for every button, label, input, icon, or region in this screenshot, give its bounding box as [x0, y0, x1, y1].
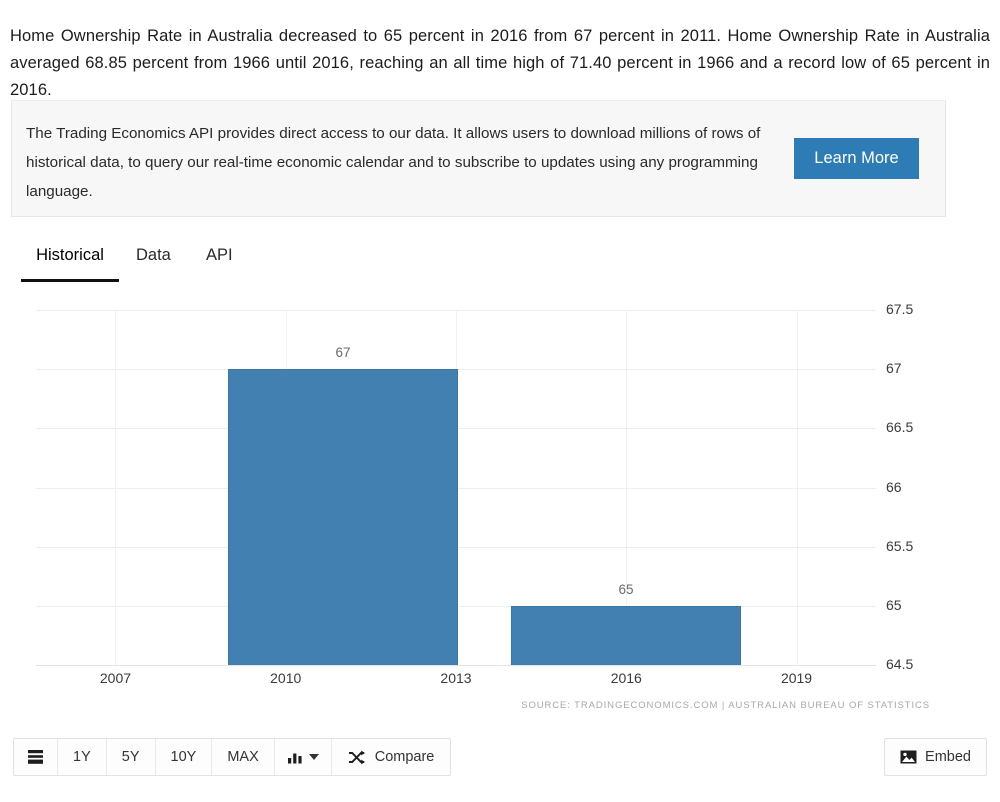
- x-axis-tick-label: 2007: [99, 670, 132, 686]
- gridline-vertical: [797, 310, 798, 665]
- y-axis-tick-label: 67: [886, 360, 902, 377]
- embed-label: Embed: [925, 749, 971, 765]
- tab-bar: Historical Data API: [10, 246, 990, 537]
- shuffle-icon: [348, 750, 366, 765]
- x-axis-tick-label: 2010: [270, 670, 302, 686]
- image-icon: [900, 750, 917, 764]
- list-view-button[interactable]: [14, 739, 58, 775]
- y-axis-tick-label: 66: [886, 478, 902, 495]
- api-promo-box: The Trading Economics API provides direc…: [11, 100, 946, 217]
- chevron-down-icon: [308, 754, 319, 760]
- intro-paragraph: Home Ownership Rate in Australia decreas…: [10, 26, 990, 99]
- x-axis-tick-label: 2013: [440, 670, 472, 686]
- chart-source-attribution: SOURCE: TRADINGECONOMICS.COM | AUSTRALIA…: [521, 700, 930, 711]
- x-axis-tick-label: 2019: [780, 670, 813, 686]
- gridline-horizontal: [36, 665, 876, 666]
- range-button-1y[interactable]: 1Y: [58, 739, 107, 775]
- tab-historical[interactable]: Historical: [21, 246, 119, 282]
- y-axis-tick-label: 65: [886, 596, 902, 613]
- range-button-max[interactable]: MAX: [212, 739, 275, 775]
- compare-button[interactable]: Compare: [331, 739, 451, 775]
- learn-more-button[interactable]: Learn More: [794, 138, 919, 179]
- chart-container[interactable]: 67 65 67.5 67 66.5 66 65.5 65 64.5 2007 2010 2013…: [10, 300, 990, 715]
- chart-toolbar: 1Y 5Y 10Y MAX Compare: [13, 738, 452, 776]
- chart-type-dropdown[interactable]: [274, 739, 332, 775]
- x-axis-tick-label: 2016: [610, 670, 642, 686]
- y-axis-tick-label: 66.5: [886, 419, 914, 436]
- bar[interactable]: [511, 606, 741, 665]
- bar-chart-icon: [287, 750, 303, 764]
- compare-label: Compare: [374, 749, 435, 765]
- bar-value-label: 67: [335, 345, 351, 360]
- range-button-10y[interactable]: 10Y: [155, 739, 213, 775]
- tab-api[interactable]: API: [206, 246, 233, 279]
- y-axis-tick-label: 64.5: [886, 656, 914, 672]
- embed-button[interactable]: Embed: [884, 738, 987, 776]
- gridline-vertical: [115, 310, 116, 665]
- list-icon: [27, 749, 44, 765]
- bar-value-label: 65: [618, 582, 634, 597]
- api-promo-text: The Trading Economics API provides direc…: [26, 125, 761, 200]
- plot-area[interactable]: 67 65: [36, 310, 876, 666]
- y-axis-tick-label: 67.5: [886, 301, 914, 317]
- bar[interactable]: [228, 369, 458, 665]
- chart-page: Home Ownership Rate in Australia decreas…: [0, 0, 1000, 802]
- tab-data[interactable]: Data: [136, 246, 171, 279]
- y-axis-tick-label: 65.5: [886, 537, 914, 554]
- range-button-5y[interactable]: 5Y: [106, 739, 156, 775]
